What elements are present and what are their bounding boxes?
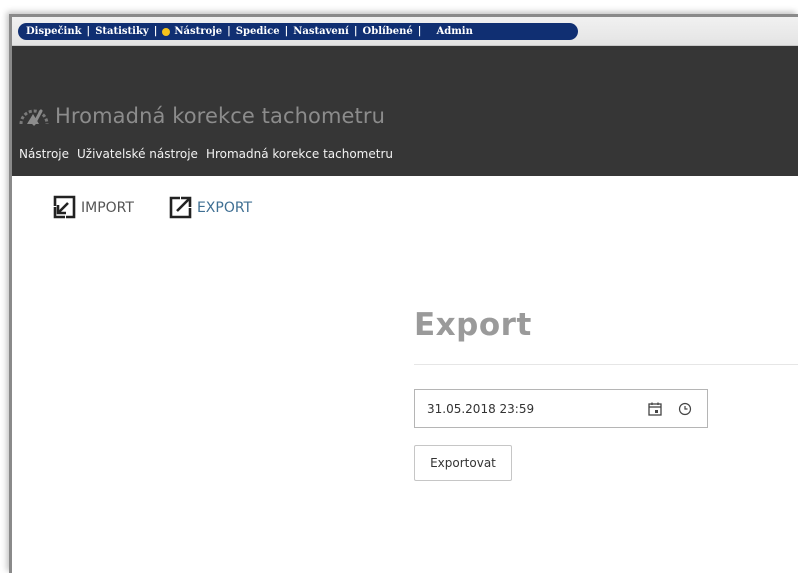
- menu-item-statistiky[interactable]: Statistiky: [95, 26, 149, 37]
- menu-item-nastroje[interactable]: Nástroje: [174, 26, 222, 37]
- main-menu: Dispečink | Statistiky | Nástroje | Sped…: [18, 23, 578, 40]
- import-arrow-icon: [53, 195, 76, 219]
- menu-item-oblibene[interactable]: Oblíbené: [363, 26, 413, 37]
- menu-item-spedice[interactable]: Spedice: [236, 26, 280, 37]
- breadcrumb-item-uzivatelske-nastroje[interactable]: Uživatelské nástroje: [77, 147, 198, 161]
- menu-separator: |: [284, 26, 289, 37]
- menu-item-admin[interactable]: Admin: [436, 26, 472, 37]
- section-divider: [414, 364, 798, 365]
- menu-separator: |: [86, 26, 91, 37]
- clock-icon[interactable]: [677, 401, 693, 417]
- breadcrumb-item-current: Hromadná korekce tachometru: [205, 147, 393, 161]
- export-section-title: Export: [414, 307, 532, 343]
- page-header: Hromadná korekce tachometru Nástroje Uži…: [12, 46, 798, 176]
- menu-separator: |: [353, 26, 358, 37]
- exportovat-button[interactable]: Exportovat: [414, 445, 512, 481]
- import-export-toolbar: IMPORT EXPORT: [52, 195, 252, 220]
- gauge-icon: [19, 109, 49, 126]
- datetime-value[interactable]: 31.05.2018 23:59: [427, 402, 647, 416]
- browser-window: Dispečink | Statistiky | Nástroje | Sped…: [9, 14, 798, 573]
- menu-item-nastaveni[interactable]: Nastavení: [293, 26, 349, 37]
- page-title: Hromadná korekce tachometru: [19, 104, 385, 128]
- page-title-text: Hromadná korekce tachometru: [55, 104, 386, 128]
- export-label: EXPORT: [196, 199, 253, 216]
- import-button[interactable]: IMPORT: [52, 195, 134, 220]
- export-button-tab[interactable]: EXPORT: [168, 195, 252, 220]
- breadcrumb-item-nastroje[interactable]: Nástroje: [19, 147, 69, 161]
- export-arrow-icon: [169, 196, 192, 219]
- menu-item-dispecink[interactable]: Dispečink: [26, 26, 82, 37]
- import-label: IMPORT: [81, 199, 134, 216]
- top-menu-bar: Dispečink | Statistiky | Nástroje | Sped…: [12, 17, 798, 46]
- breadcrumb: Nástroje Uživatelské nástroje Hromadná k…: [19, 147, 393, 161]
- menu-separator: |: [153, 26, 158, 37]
- menu-separator: |: [227, 26, 231, 37]
- menu-separator: |: [417, 26, 422, 37]
- calendar-icon[interactable]: [647, 401, 663, 417]
- active-indicator-dot-icon: [162, 27, 171, 36]
- datetime-input[interactable]: 31.05.2018 23:59: [414, 389, 708, 428]
